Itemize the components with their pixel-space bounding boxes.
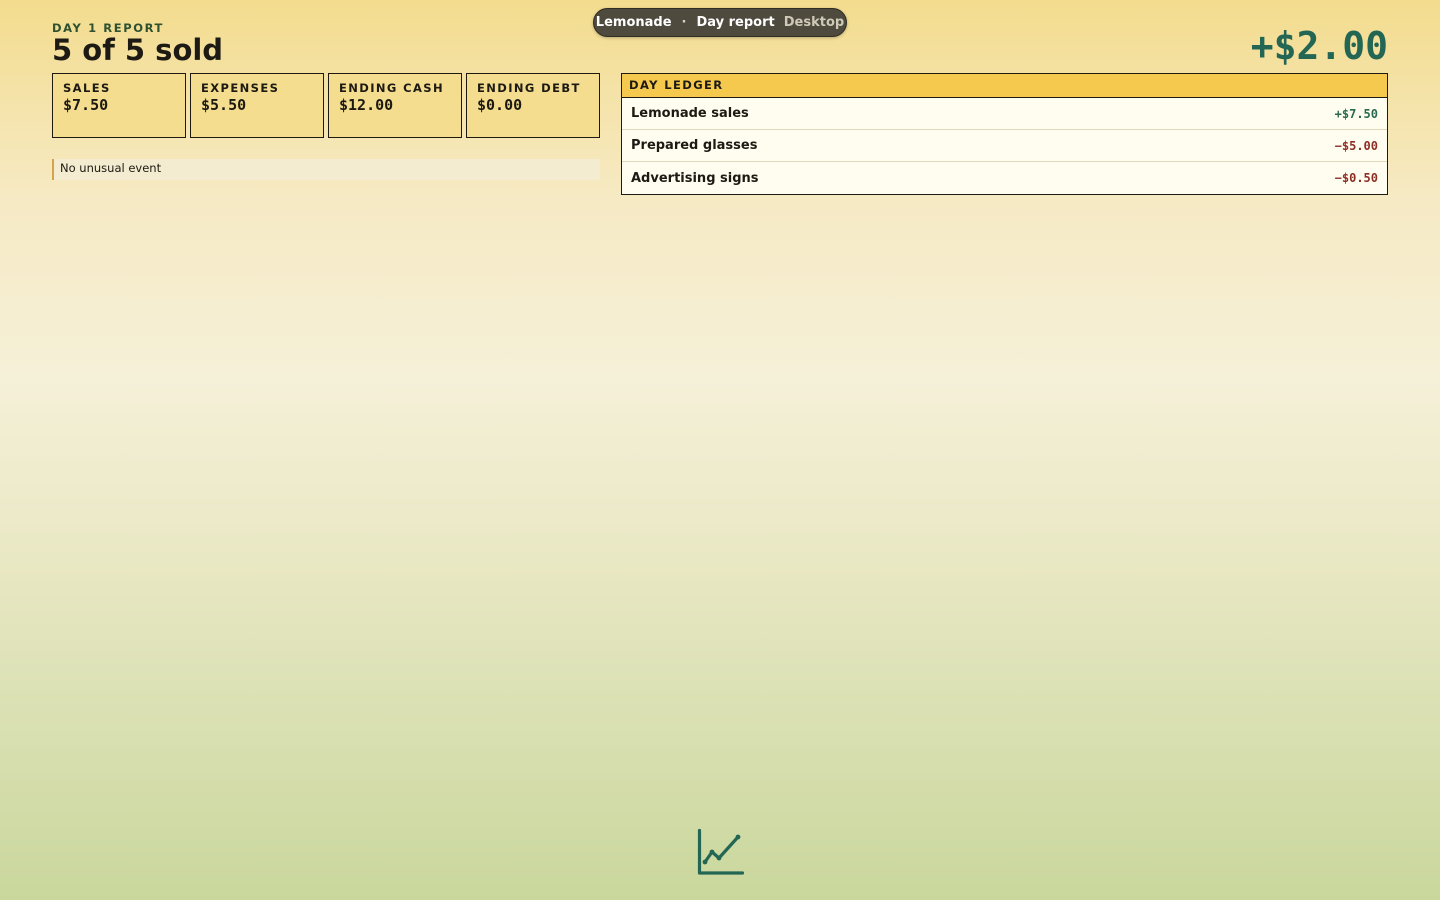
ledger-item-name: Advertising signs xyxy=(631,170,759,186)
ledger-item-name: Prepared glasses xyxy=(631,138,758,153)
screen-name: Day report xyxy=(696,15,775,30)
stat-value: $12.00 xyxy=(339,96,394,114)
ledger-row: Advertising signs −$0.50 xyxy=(622,162,1387,194)
ledger-item-amount: −$5.00 xyxy=(1334,138,1378,153)
stat-label: EXPENSES xyxy=(201,81,280,95)
ledger-item-name: Lemonade sales xyxy=(631,106,749,121)
page-title: 5 of 5 sold xyxy=(52,33,224,67)
stat-label: SALES xyxy=(63,81,111,95)
ledger-item-amount: −$0.50 xyxy=(1334,171,1378,185)
stat-card-sales: SALES $7.50 xyxy=(52,73,186,138)
title-separator: · xyxy=(681,15,687,30)
stat-card-ending-cash: ENDING CASH $12.00 xyxy=(328,73,462,138)
ledger-title: DAY LEDGER xyxy=(622,74,1387,98)
mode-label: Desktop xyxy=(783,15,845,30)
ledger-item-amount: +$7.50 xyxy=(1334,106,1378,121)
stat-card-expenses: EXPENSES $5.50 xyxy=(190,73,324,138)
stat-label: ENDING DEBT xyxy=(477,81,581,95)
stat-value: $0.00 xyxy=(477,96,523,114)
line-chart-icon[interactable] xyxy=(697,828,745,876)
stat-value: $5.50 xyxy=(201,96,247,114)
title-pill: Lemonade · Day report Desktop xyxy=(593,8,847,37)
stats-row: SALES $7.50 EXPENSES $5.50 ENDING CASH $… xyxy=(52,73,600,138)
day-ledger: DAY LEDGER Lemonade sales +$7.50 Prepare… xyxy=(621,73,1388,195)
ledger-row: Prepared glasses −$5.00 xyxy=(622,130,1387,162)
stat-card-ending-debt: ENDING DEBT $0.00 xyxy=(466,73,600,138)
ledger-row: Lemonade sales +$7.50 xyxy=(622,98,1387,130)
app-name: Lemonade xyxy=(595,15,672,30)
stat-value: $7.50 xyxy=(63,96,109,114)
net-profit: +$2.00 xyxy=(1250,24,1388,68)
stat-label: ENDING CASH xyxy=(339,81,445,95)
event-notice: No unusual event xyxy=(52,159,600,180)
